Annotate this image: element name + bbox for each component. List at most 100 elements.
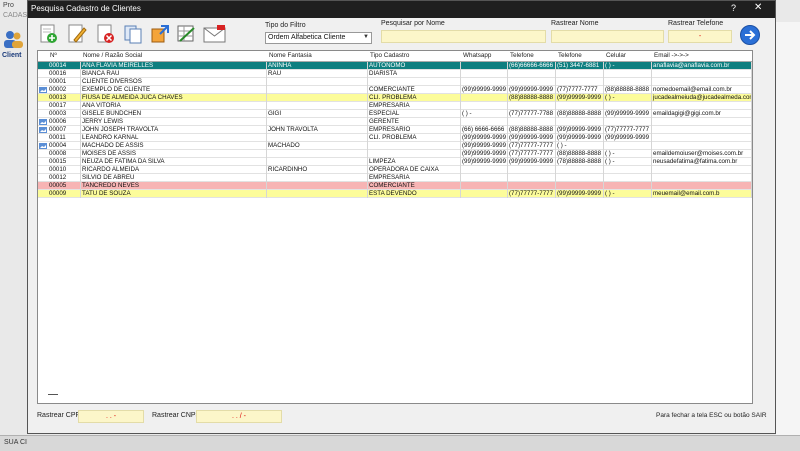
cell-id: 00006 — [48, 118, 81, 126]
cell-fantasia: JOHN TRAVOLTA — [267, 126, 368, 134]
cell-id: 00005 — [48, 182, 81, 190]
column-header[interactable]: Whatsapp — [463, 52, 491, 59]
cell-nome: MOISES DE ASSIS — [81, 150, 267, 158]
column-header[interactable]: Nome / Razão Social — [83, 52, 142, 59]
cell-tel2: (99)99999-9999 — [556, 190, 604, 198]
clientes-shortcut[interactable]: Client — [2, 28, 28, 62]
email-button[interactable] — [202, 23, 228, 45]
table-row[interactable]: 00009 TATU DE SOUZA ESTA DEVENDO (77)77777-… — [38, 190, 752, 198]
delete-client-button[interactable] — [95, 23, 117, 45]
cell-tipo: COMERCIANTE — [368, 86, 461, 94]
cell-tipo: ESPECIAL — [368, 110, 461, 118]
cell-cel — [604, 70, 652, 78]
cell-cel: (77)77777-7777 — [604, 126, 652, 134]
table-row[interactable]: 00007 JOHN JOSEPH TRAVOLTA JOHN TRAVOLTA EM… — [38, 126, 752, 134]
cell-tel2: (99)99999-9999 — [556, 134, 604, 142]
cell-id: 00008 — [48, 150, 81, 158]
cell-tel2 — [556, 102, 604, 110]
add-client-button[interactable] — [38, 23, 60, 45]
cell-tel1: (88)88888-8888 — [508, 94, 556, 102]
table-row[interactable]: 00005 TANCREDO NEVES COMERCIANTE — [38, 182, 752, 190]
cell-whats — [461, 102, 508, 110]
cell-fantasia — [267, 86, 368, 94]
table-row[interactable]: 00010 RICARDO ALMEIDA RICARDINHO OPERADORA … — [38, 166, 752, 174]
clientes-label: Client — [2, 52, 22, 59]
copy-button[interactable] — [122, 23, 144, 45]
cell-nome: EXEMPLO DE CLIENTE — [81, 86, 267, 94]
clients-table[interactable]: Nº Nome / Razão Social Nome Fantasia Tipo C… — [37, 50, 753, 404]
column-header[interactable]: Telefone — [558, 52, 582, 59]
chevron-down-icon: ▼ — [363, 34, 369, 40]
photo-icon — [39, 87, 47, 93]
cell-id: 00002 — [48, 86, 81, 94]
track-cnpj-input[interactable]: . . / - — [196, 410, 282, 423]
cell-cel — [604, 174, 652, 182]
cell-tel1: (77)77777-7788 — [508, 110, 556, 118]
cell-fantasia: MACHADO — [267, 142, 368, 150]
search-go-button[interactable] — [740, 25, 760, 45]
cell-fantasia — [267, 158, 368, 166]
cell-tel1 — [508, 102, 556, 110]
filter-type-label: Tipo do Filtro — [265, 22, 306, 29]
track-phone-input[interactable]: - — [668, 30, 732, 43]
cell-cel: (99)99999-9999 — [604, 110, 652, 118]
cell-email — [652, 70, 752, 78]
track-cpf-input[interactable]: . . - — [78, 410, 144, 423]
table-row[interactable]: 00013 FIUSA DE ALMEIDA JUCA CHAVES CLI. PR… — [38, 94, 752, 102]
cell-tipo: ESTA DEVENDO — [368, 190, 461, 198]
table-row[interactable]: 00004 MACHADO DE ASSIS MACHADO (99)99999-99… — [38, 142, 752, 150]
cell-tel2: (99)99999-9999 — [556, 126, 604, 134]
table-row[interactable]: 00015 NEUZA DE FATIMA DA SILVA LIMPEZA (99)… — [38, 158, 752, 166]
table-row[interactable]: 00001 CLIENTE DIVERSOS — [38, 78, 752, 86]
cell-tel2 — [556, 70, 604, 78]
cell-tel1: (88)88888-8888 — [508, 126, 556, 134]
cell-email — [652, 174, 752, 182]
table-row[interactable]: 00003 GISELE BUNDCHEN GIGI ESPECIAL( ) - (77… — [38, 110, 752, 118]
cell-nome: ANA FLAVIA MEIRELLES — [81, 62, 267, 70]
cell-nome: TATU DE SOUZA — [81, 190, 267, 198]
cell-tel2 — [556, 118, 604, 126]
filter-type-select[interactable]: Ordem Alfabetica Cliente ▼ — [265, 32, 372, 44]
table-row[interactable]: 00014 ANA FLAVIA MEIRELLES ANINHA AUTONOMO (… — [38, 62, 752, 70]
cell-tel2 — [556, 182, 604, 190]
cell-tel1: (77)77777-7777 — [508, 150, 556, 158]
background-right-panel — [776, 22, 800, 435]
close-button[interactable]: ✕ — [754, 2, 762, 13]
delete-icon — [97, 24, 114, 43]
window-title: Pesquisa Cadastro de Clientes — [31, 4, 141, 13]
track-name-input[interactable] — [551, 30, 664, 43]
column-header[interactable]: Nome Fantasia — [269, 52, 312, 59]
column-header[interactable]: Telefone — [510, 52, 534, 59]
table-row[interactable]: 00011 LEANDRO KARNAL CLI. PROBLEMA (99)9999… — [38, 134, 752, 142]
edit-client-button[interactable] — [66, 23, 88, 45]
cell-cel — [604, 102, 652, 110]
cell-nome: JOHN JOSEPH TRAVOLTA — [81, 126, 267, 134]
export-button[interactable] — [149, 23, 171, 45]
export-icon — [151, 25, 169, 43]
column-header[interactable]: Tipo Cadastro — [370, 52, 409, 59]
cell-id: 00017 — [48, 102, 81, 110]
table-row[interactable]: 00016 BIANCA RAU RAU DIARISTA — [38, 70, 752, 78]
table-row[interactable]: 00008 MOISES DE ASSIS (99)99999-9999 (77)77… — [38, 150, 752, 158]
cell-tel2: ( ) - — [556, 142, 604, 150]
table-row[interactable]: 00017 ANA VITORIA EMPRESARIA — [38, 102, 752, 110]
cell-email: emaildemoiuser@moises.com.br — [652, 150, 752, 158]
window-titlebar: Pesquisa Cadastro de Clientes ? ✕ — [28, 1, 775, 18]
cell-whats: (99)99999-9999 — [462, 86, 508, 94]
spreadsheet-button[interactable] — [175, 23, 197, 45]
cell-nome: TANCREDO NEVES — [81, 182, 267, 190]
background-status-bar: SUA CI — [0, 435, 800, 451]
table-row[interactable]: 00012 SILVIO DE ABREU EMPRESARIA — [38, 174, 752, 182]
column-header[interactable]: Nº — [50, 52, 57, 59]
cell-nome: FIUSA DE ALMEIDA JUCA CHAVES — [81, 94, 267, 102]
cell-cel — [604, 166, 652, 174]
column-header[interactable]: Email ->->-> — [654, 52, 689, 59]
search-name-input[interactable] — [381, 30, 546, 43]
table-row[interactable]: 00002 EXEMPLO DE CLIENTE COMERCIANTE (99)99… — [38, 86, 752, 94]
column-header[interactable]: Celular — [606, 52, 626, 59]
table-row[interactable]: 00006 JERRY LEWIS GERENTE — [38, 118, 752, 126]
cell-cel: ( ) - — [604, 190, 652, 198]
cell-whats — [461, 70, 508, 78]
help-button[interactable]: ? — [731, 3, 736, 13]
cell-nome: MACHADO DE ASSIS — [81, 142, 267, 150]
